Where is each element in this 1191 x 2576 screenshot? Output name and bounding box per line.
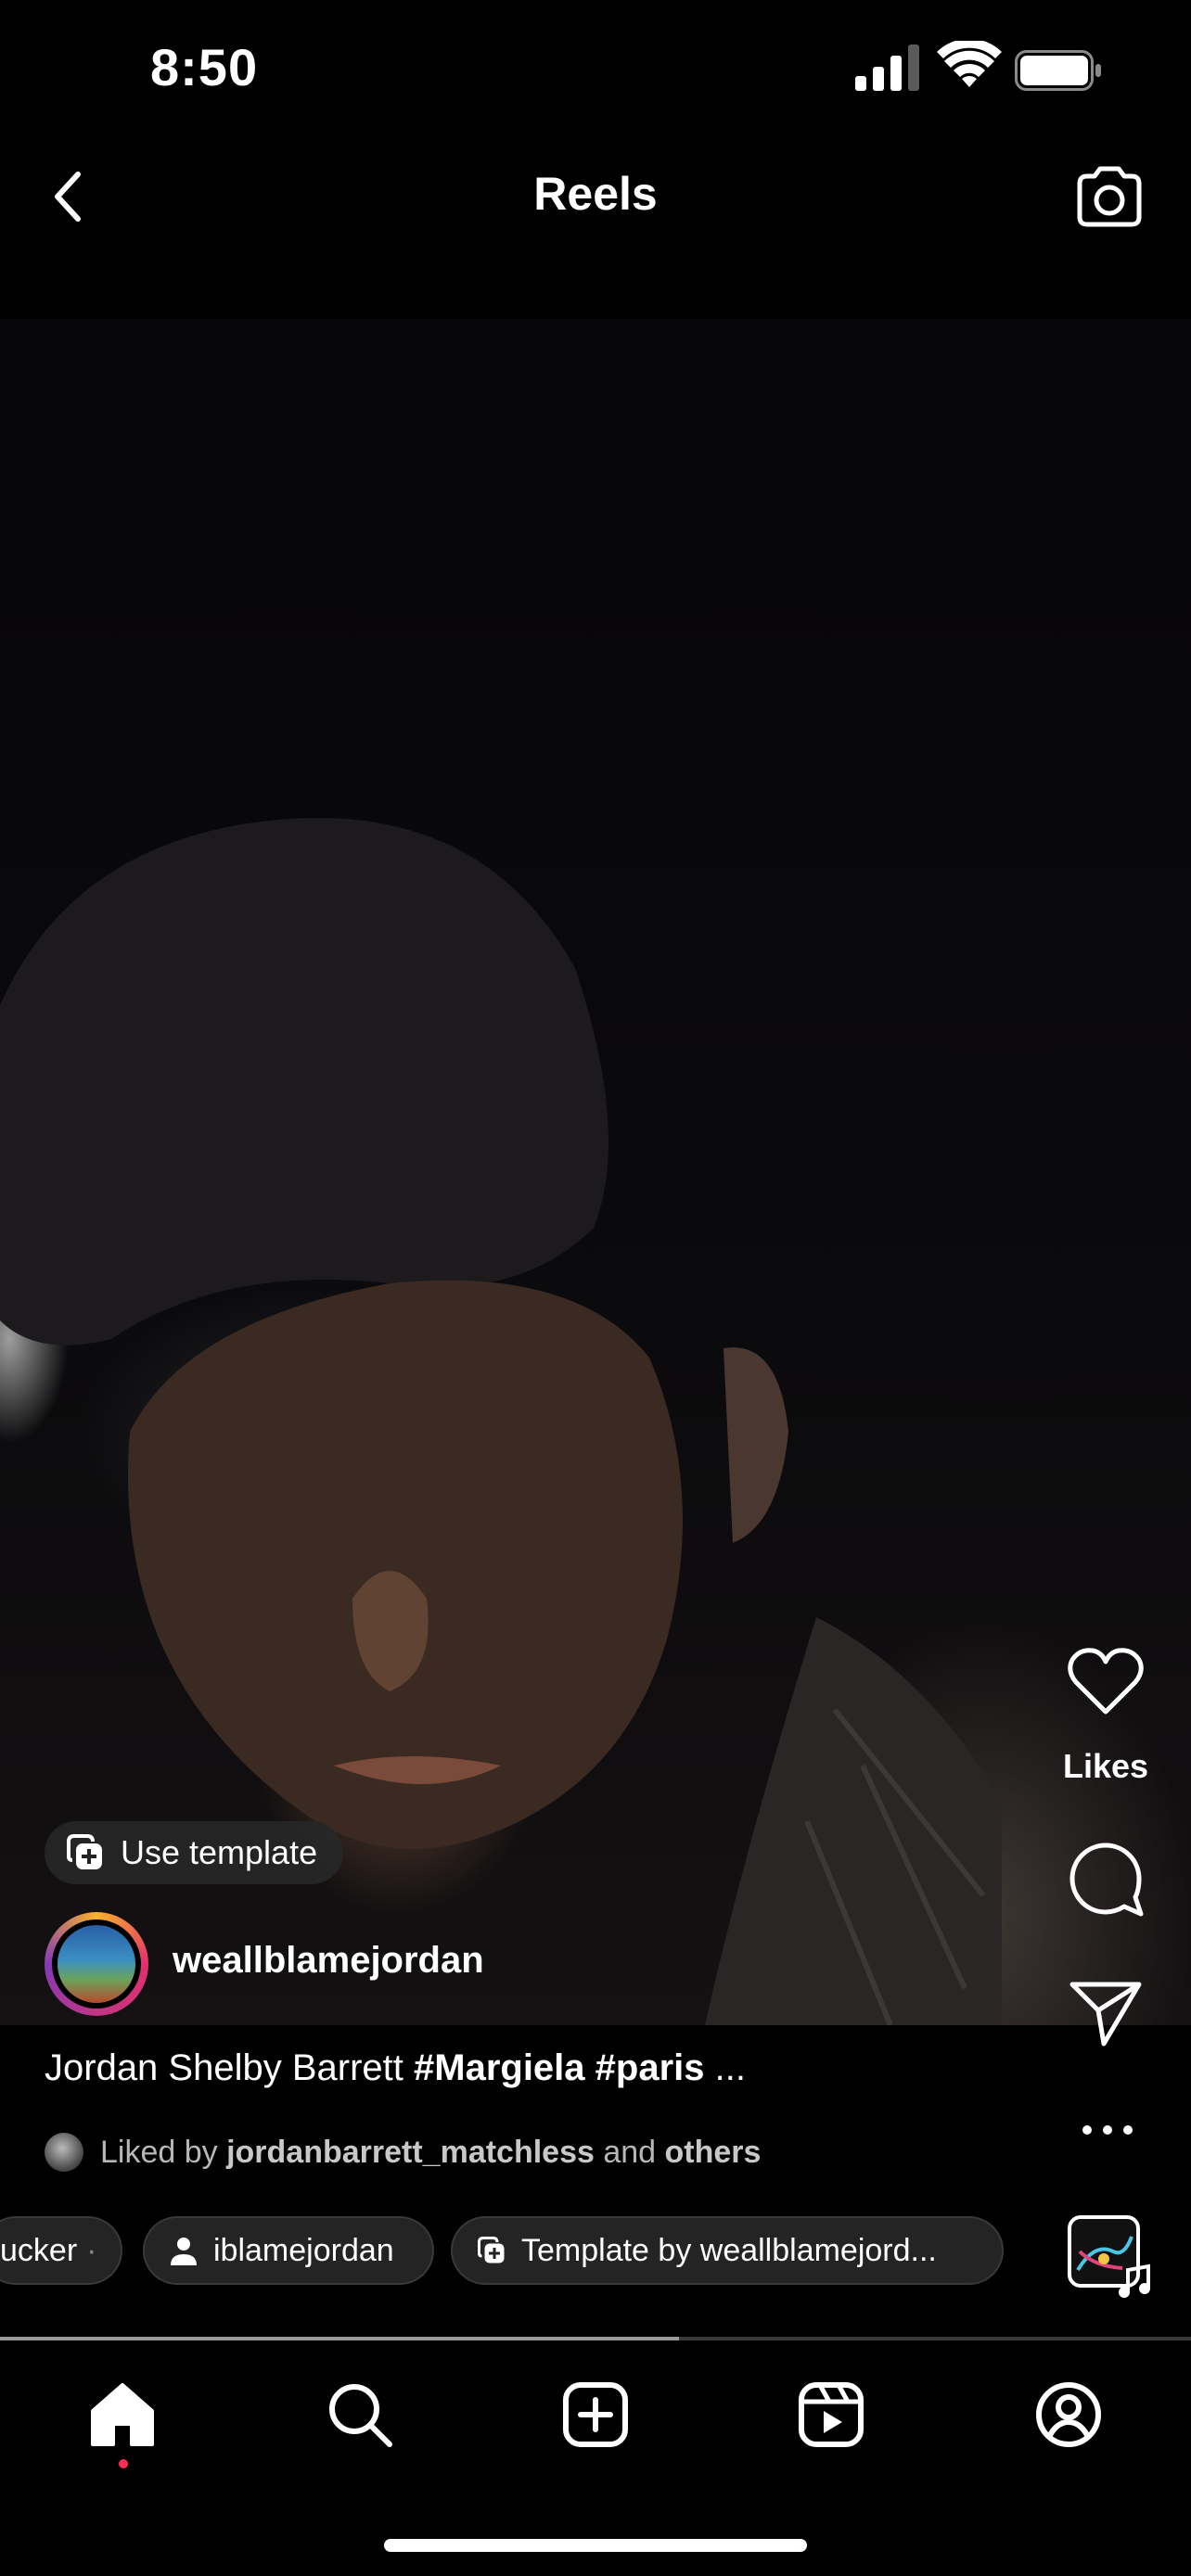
video-progress-fill [0, 2337, 679, 2340]
template-icon [478, 2237, 505, 2264]
more-options-icon[interactable] [1080, 2116, 1135, 2144]
search-icon[interactable] [325, 2379, 395, 2450]
audio-track-icon[interactable] [1067, 2214, 1154, 2300]
caption-hashtags[interactable]: #Margiela #paris [414, 2047, 705, 2088]
send-icon[interactable] [1069, 1979, 1143, 2047]
notification-dot [119, 2459, 128, 2468]
wifi-icon [937, 41, 1002, 87]
avatar-image [58, 1925, 135, 2003]
chip-template-label: Template by weallblamejord... [521, 2232, 937, 2268]
template-icon [67, 1834, 102, 1869]
reel-video[interactable] [0, 319, 1191, 2025]
chip-audio-label: ucker [0, 2232, 78, 2268]
caption-more[interactable]: ... [705, 2047, 746, 2088]
username[interactable]: weallblamejordan [173, 1940, 484, 1982]
home-icon[interactable] [87, 2379, 158, 2450]
use-template-button[interactable]: Use template [45, 1821, 344, 1884]
camera-icon[interactable] [1074, 163, 1145, 230]
likes-label: Likes [1062, 1747, 1149, 1785]
liked-by-and: and [594, 2134, 665, 2170]
reels-icon[interactable] [796, 2379, 866, 2450]
liked-by-user[interactable]: jordanbarrett_matchless [226, 2135, 595, 2170]
status-time: 8:50 [150, 38, 259, 96]
battery-icon [1015, 50, 1101, 91]
liked-by-others[interactable]: others [665, 2135, 762, 2170]
home-indicator[interactable] [384, 2539, 807, 2552]
avatar[interactable] [45, 1912, 148, 2016]
cellular-signal-icon [855, 45, 919, 91]
profile-icon[interactable] [1033, 2379, 1104, 2450]
heart-icon[interactable] [1067, 1647, 1145, 1717]
liked-by-row[interactable]: Liked by jordanbarrett_matchless and oth… [45, 2133, 761, 2172]
chip-user-tag[interactable]: iblamejordan [143, 2216, 434, 2285]
comment-icon[interactable] [1067, 1840, 1145, 1918]
liked-by-prefix: Liked by [100, 2134, 227, 2170]
chip-user-tag-label: iblamejordan [213, 2232, 394, 2268]
liked-by-avatar [45, 2133, 83, 2172]
liked-by-text: Liked by jordanbarrett_matchless and oth… [100, 2135, 761, 2171]
use-template-label: Use template [121, 1833, 318, 1871]
chip-template[interactable]: Template by weallblamejord... [451, 2216, 1004, 2285]
video-progress-bar[interactable] [0, 2337, 1191, 2340]
video-frame [0, 818, 1002, 2025]
page-title: Reels [533, 168, 658, 220]
caption[interactable]: Jordan Shelby Barrett #Margiela #paris .… [45, 2047, 746, 2089]
caption-text: Jordan Shelby Barrett [45, 2047, 414, 2088]
chip-separator-dot: · [86, 2232, 97, 2268]
person-icon [171, 2238, 197, 2265]
create-post-icon[interactable] [560, 2379, 631, 2450]
chip-audio[interactable]: ucker · [0, 2216, 122, 2285]
